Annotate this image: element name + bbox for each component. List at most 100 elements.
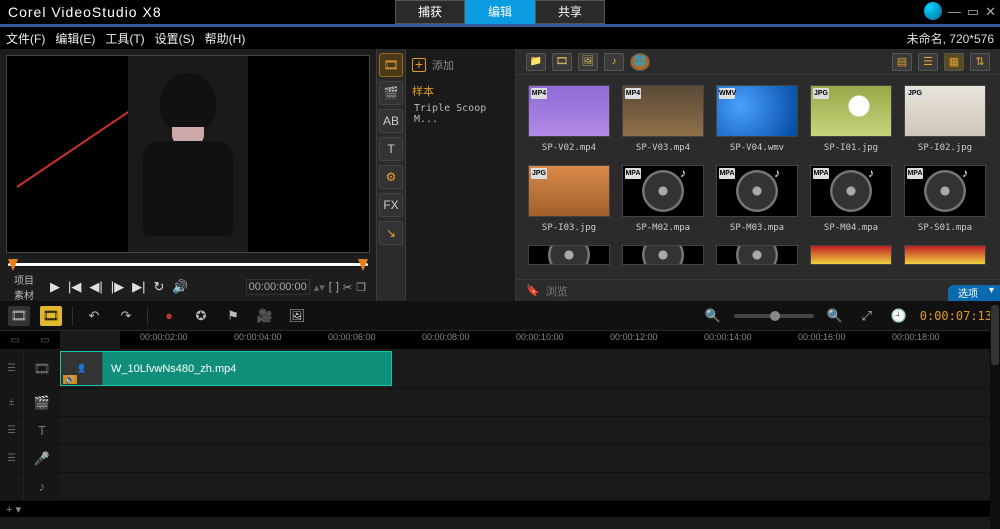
preview-timecode[interactable]: 00:00:00:00 [246, 279, 310, 295]
track-body-voice[interactable] [60, 445, 1000, 472]
add-track-button[interactable]: + ▾ [0, 501, 1000, 517]
tab-edit[interactable]: 编辑 [465, 0, 535, 24]
fx-tab[interactable]: FX [379, 193, 403, 217]
minimize-button[interactable]: — [948, 5, 961, 18]
track-body-title[interactable] [60, 417, 1000, 444]
library-item[interactable] [528, 245, 610, 265]
browse-label[interactable]: 浏览 [546, 283, 568, 299]
go-start-button[interactable]: |◀ [68, 279, 81, 295]
filter-image-icon[interactable]: 🖼 [578, 53, 598, 71]
library-item[interactable]: JPGSP-I02.jpg [904, 85, 986, 153]
library-item[interactable]: JPGSP-I01.jpg [810, 85, 892, 153]
fit-button[interactable]: ⤢ [856, 306, 878, 326]
duration-icon[interactable]: 🕘 [888, 306, 910, 326]
track-head-title[interactable]: T [24, 417, 60, 444]
library-item[interactable] [716, 245, 798, 265]
track-sidebar[interactable]: ☰ [0, 349, 24, 388]
title-tab[interactable]: AB [379, 109, 403, 133]
track-head-voice[interactable]: 🎤 [24, 445, 60, 472]
record-button[interactable]: ● [158, 306, 180, 326]
view-list-button[interactable]: ▤ [892, 53, 912, 71]
track-video[interactable]: ☰🎞👤🔊W_10LfvwNs480_zh.mp4 [0, 349, 1000, 389]
library-item[interactable]: MPASP-M02.mpa [622, 165, 704, 233]
track-voice[interactable]: ☰🎤 [0, 445, 1000, 473]
track-head-overlay[interactable]: 🎬 [24, 389, 60, 416]
path-tab[interactable]: ↘ [379, 221, 403, 245]
zoom-slider[interactable] [734, 314, 814, 318]
zoom-out-button[interactable]: 🔍 [702, 306, 724, 326]
track-overlay[interactable]: ±🎬 [0, 389, 1000, 417]
timeline-ruler[interactable]: 00:00:02:0000:00:04:0000:00:06:0000:00:0… [120, 331, 1000, 349]
library-item[interactable]: MP4SP-V03.mp4 [622, 85, 704, 153]
timeline-view-button[interactable]: 🎞 [40, 306, 62, 326]
view-details-button[interactable]: ☰ [918, 53, 938, 71]
menu-help[interactable]: 帮助(H) [205, 30, 246, 47]
graphic-tab[interactable]: ⚙ [379, 165, 403, 189]
volume-button[interactable]: 🔊 [172, 279, 188, 295]
clip[interactable]: 👤🔊W_10LfvwNs480_zh.mp4 [60, 351, 392, 386]
ruler-tool-2[interactable]: ▭ [40, 335, 49, 346]
track-sidebar[interactable]: ☰ [0, 417, 24, 444]
media-tab[interactable]: 🎞 [379, 53, 403, 77]
redo-button[interactable]: ↷ [115, 306, 137, 326]
menu-tools[interactable]: 工具(T) [105, 30, 144, 47]
track-sidebar[interactable]: ± [0, 389, 24, 416]
preview-seekbar[interactable] [8, 259, 368, 269]
loop-button[interactable]: ↻ [154, 279, 165, 295]
library-item[interactable]: MPASP-M04.mpa [810, 165, 892, 233]
folder-triple-scoop[interactable]: Triple Scoop M... [412, 103, 509, 125]
sort-button[interactable]: ⇅ [970, 53, 990, 71]
menu-file[interactable]: 文件(F) [6, 30, 45, 47]
mark-out-button[interactable]: ] [336, 281, 339, 293]
preview-mode-tabs[interactable]: 项目 素材 [10, 272, 38, 302]
library-item[interactable]: JPGSP-I03.jpg [528, 165, 610, 233]
track-sidebar[interactable] [0, 473, 24, 500]
library-item[interactable]: WMVSP-V04.wmv [716, 85, 798, 153]
add-folder-button[interactable]: 添加 [412, 57, 509, 73]
track-body-music[interactable] [60, 473, 1000, 500]
library-item[interactable]: MPASP-S01.mpa [904, 165, 986, 233]
tool-3-button[interactable]: 🎥 [254, 306, 276, 326]
corel-logo-icon[interactable] [924, 2, 942, 20]
library-item[interactable] [810, 245, 892, 265]
mark-in-button[interactable]: [ [329, 281, 332, 293]
preview-tab-clip[interactable]: 素材 [10, 287, 38, 302]
play-button[interactable]: ▶ [50, 279, 60, 295]
text-tab[interactable]: T [379, 137, 403, 161]
timeline-vscroll[interactable] [990, 301, 1000, 529]
tab-share[interactable]: 共享 [535, 0, 605, 24]
maximize-button[interactable]: ▭ [967, 5, 979, 18]
track-head-music[interactable]: ♪ [24, 473, 60, 500]
track-body-overlay[interactable] [60, 389, 1000, 416]
close-button[interactable]: ✕ [985, 5, 996, 18]
track-music[interactable]: ♪ [0, 473, 1000, 501]
view-thumbs-button[interactable]: ▦ [944, 53, 964, 71]
filter-folder-icon[interactable]: 📁 [526, 53, 546, 71]
library-item[interactable] [622, 245, 704, 265]
tool-2-button[interactable]: ⚑ [222, 306, 244, 326]
menu-edit[interactable]: 编辑(E) [55, 30, 95, 47]
prev-frame-button[interactable]: ◀| [89, 279, 102, 295]
track-body-video[interactable]: 👤🔊W_10LfvwNs480_zh.mp4 [60, 349, 1000, 388]
go-end-button[interactable]: ▶| [132, 279, 145, 295]
filter-video-icon[interactable]: 🎞 [552, 53, 572, 71]
preview-tab-project[interactable]: 项目 [10, 272, 38, 287]
track-head-video[interactable]: 🎞 [24, 349, 60, 388]
filter-audio-icon[interactable]: ♪ [604, 53, 624, 71]
library-item[interactable]: MPASP-M03.mpa [716, 165, 798, 233]
library-item[interactable]: MP4SP-V02.mp4 [528, 85, 610, 153]
library-item[interactable] [904, 245, 986, 265]
filter-web-icon[interactable]: 🌐 [630, 53, 650, 71]
cut-button[interactable]: ✂ [343, 281, 352, 294]
tool-4-button[interactable]: 🖼 [286, 306, 308, 326]
tool-1-button[interactable]: ✪ [190, 306, 212, 326]
fullscreen-button[interactable]: ❐ [356, 281, 366, 294]
transition-tab[interactable]: 🎬 [379, 81, 403, 105]
zoom-in-button[interactable]: 🔍 [824, 306, 846, 326]
storyboard-view-button[interactable]: 🎞 [8, 306, 30, 326]
next-frame-button[interactable]: |▶ [111, 279, 124, 295]
ruler-tool-1[interactable]: ▭ [10, 335, 19, 346]
options-flyout[interactable]: 选项 [948, 285, 1000, 301]
tab-capture[interactable]: 捕获 [395, 0, 465, 24]
track-title[interactable]: ☰T [0, 417, 1000, 445]
